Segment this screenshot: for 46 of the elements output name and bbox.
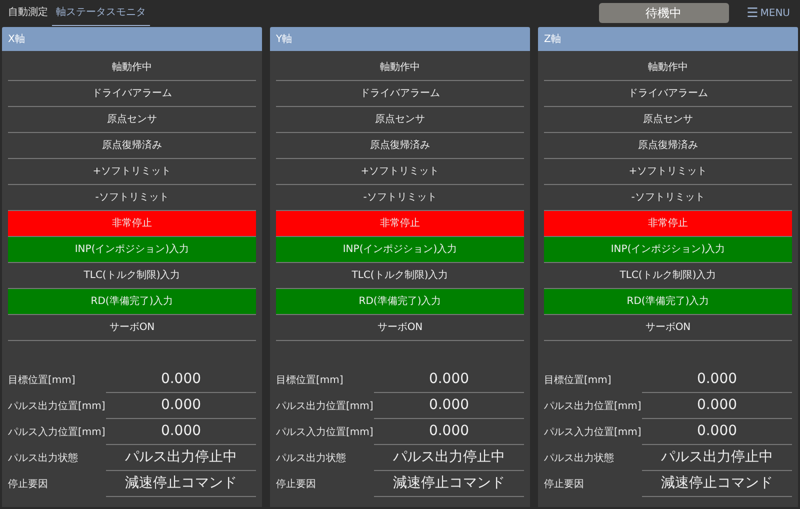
value-display: 0.000 bbox=[106, 367, 256, 393]
signal-indicator: RD(準備完了)入力 bbox=[544, 289, 792, 315]
menu-button[interactable]: ☰MENU bbox=[746, 6, 790, 20]
value-label: パルス入力位置[mm] bbox=[8, 426, 106, 440]
value-display: 0.000 bbox=[106, 419, 256, 445]
value-label: 停止要因 bbox=[544, 478, 585, 492]
value-display: 0.000 bbox=[374, 393, 524, 419]
value-display: 0.000 bbox=[106, 393, 256, 419]
signal-indicator: INP(インポジション)入力 bbox=[544, 237, 792, 263]
value-label: 目標位置[mm] bbox=[276, 374, 344, 388]
value-label: パルス出力状態 bbox=[544, 452, 615, 466]
signal-indicator: INP(インポジション)入力 bbox=[8, 237, 256, 263]
value-display: 0.000 bbox=[642, 393, 792, 419]
value-display: パルス出力停止中 bbox=[374, 445, 524, 471]
value-display: 減速停止コマンド bbox=[642, 471, 792, 497]
value-label: 停止要因 bbox=[276, 478, 317, 492]
value-display: 減速停止コマンド bbox=[374, 471, 524, 497]
value-label: パルス入力位置[mm] bbox=[276, 426, 374, 440]
value-label: 目標位置[mm] bbox=[544, 374, 612, 388]
signal-indicator: 非常停止 bbox=[276, 211, 524, 237]
panel-header: Y軸 bbox=[270, 27, 530, 51]
value-display: 0.000 bbox=[374, 367, 524, 393]
value-display: 0.000 bbox=[374, 419, 524, 445]
value-label: パルス出力状態 bbox=[8, 452, 79, 466]
value-label: パルス出力状態 bbox=[276, 452, 347, 466]
value-label: パルス出力位置[mm] bbox=[8, 400, 106, 414]
signal-indicator: 非常停止 bbox=[8, 211, 256, 237]
value-display: 減速停止コマンド bbox=[106, 471, 256, 497]
value-label: 停止要因 bbox=[8, 478, 49, 492]
signal-indicator: RD(準備完了)入力 bbox=[8, 289, 256, 315]
signal-indicator: INP(インポジション)入力 bbox=[276, 237, 524, 263]
value-label: パルス入力位置[mm] bbox=[544, 426, 642, 440]
tab[interactable]: 自動測定 bbox=[4, 0, 52, 26]
tab[interactable]: 軸ステータスモニタ bbox=[52, 0, 150, 26]
signal-indicator: RD(準備完了)入力 bbox=[276, 289, 524, 315]
value-label: 目標位置[mm] bbox=[8, 374, 76, 388]
panel-header: X軸 bbox=[2, 27, 262, 51]
panel-header: Z軸 bbox=[538, 27, 798, 51]
value-label: パルス出力位置[mm] bbox=[544, 400, 642, 414]
value-display: パルス出力停止中 bbox=[106, 445, 256, 471]
value-display: 0.000 bbox=[642, 367, 792, 393]
value-label: パルス出力位置[mm] bbox=[276, 400, 374, 414]
signal-indicator: 非常停止 bbox=[544, 211, 792, 237]
value-display: パルス出力停止中 bbox=[642, 445, 792, 471]
status-indicator: 待機中 bbox=[598, 3, 729, 23]
value-display: 0.000 bbox=[642, 419, 792, 445]
